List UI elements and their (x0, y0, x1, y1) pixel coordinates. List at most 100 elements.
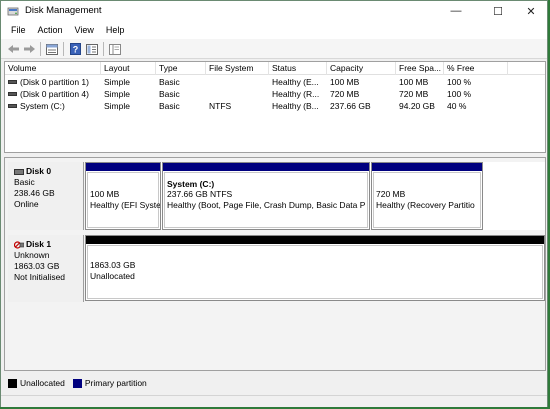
menu-help[interactable]: Help (100, 21, 131, 39)
volume-name: (Disk 0 partition 4) (20, 89, 89, 99)
free-space-cell: 100 MB (399, 77, 429, 87)
forward-arrow-icon[interactable] (22, 42, 36, 56)
maximize-button[interactable]: ☐ (480, 1, 516, 21)
capacity-cell: 100 MB (330, 77, 360, 87)
partition-system-c[interactable]: System (C:) 237.66 GB NTFS Healthy (Boot… (162, 162, 370, 230)
status-cell: Healthy (E... (272, 77, 319, 87)
disk-graphical-view: Disk 0 Basic 238.46 GB Online 100 MB Hea… (4, 157, 546, 371)
primary-partition-bar (372, 163, 482, 171)
layout-cell: Simple (104, 101, 130, 111)
type-cell: Basic (159, 77, 180, 87)
unallocated-bar (86, 236, 544, 244)
disk-status: Online (14, 199, 39, 209)
volume-icon (8, 91, 17, 96)
volume-icon (8, 79, 17, 84)
menu-view[interactable]: View (69, 21, 100, 39)
volume-icon (8, 103, 17, 108)
partition-status: Healthy (Recovery Partitio (376, 200, 475, 210)
table-row[interactable]: System (C:) Simple Basic NTFS Healthy (B… (5, 100, 545, 112)
table-row[interactable]: (Disk 0 partition 4) Simple Basic Health… (5, 88, 545, 100)
partition-status: Healthy (EFI Syste (90, 200, 161, 210)
file-system-cell: NTFS (209, 101, 232, 111)
close-button[interactable]: ✕ (513, 1, 549, 21)
partition-size: 237.66 GB NTFS (167, 189, 233, 199)
volume-cell: System (C:) (5, 100, 101, 112)
disk-icon (14, 168, 24, 175)
menu-action[interactable]: Action (32, 21, 69, 39)
disk-name: Disk 0 (26, 166, 52, 176)
layout-cell: Simple (104, 77, 130, 87)
svg-text:?: ? (72, 45, 78, 55)
console-tree-icon[interactable] (108, 42, 122, 56)
status-bar (1, 395, 547, 407)
legend: Unallocated Primary partition (4, 374, 546, 392)
unallocated-size: 1863.03 GB (90, 260, 136, 270)
partition-frame (87, 245, 543, 299)
volume-name: System (C:) (20, 101, 65, 111)
file-system-cell (206, 88, 269, 100)
volume-list-icon[interactable] (45, 42, 59, 56)
partition-size: 720 MB (376, 189, 406, 199)
unallocated-swatch (8, 378, 17, 388)
percent-free-cell: 40 % (447, 101, 467, 111)
disk-size: 238.46 GB (14, 188, 55, 198)
type-cell: Basic (159, 101, 180, 111)
legend-unallocated: Unallocated (20, 378, 65, 388)
table-row[interactable]: (Disk 0 partition 1) Simple Basic Health… (5, 76, 545, 88)
column-file-system[interactable]: File System (206, 62, 269, 75)
minimize-button[interactable]: — (438, 1, 474, 21)
layout-cell: Simple (104, 89, 130, 99)
unallocated-label: Unallocated (90, 271, 135, 281)
unallocated-space[interactable]: 1863.03 GB Unallocated (85, 235, 545, 301)
disk-type: Unknown (14, 250, 50, 260)
window-title: Disk Management (25, 5, 102, 16)
disk-1-label[interactable]: Disk 1 Unknown 1863.03 GB Not Initialise… (8, 235, 84, 302)
back-arrow-icon[interactable] (6, 42, 20, 56)
percent-free-cell: 100 % (447, 89, 472, 99)
column-type[interactable]: Type (156, 62, 206, 75)
primary-partition-bar (86, 163, 160, 171)
status-cell: Healthy (B... (272, 101, 319, 111)
partition-status: Healthy (Boot, Page File, Crash Dump, Ba… (167, 200, 366, 210)
volume-list-header: Volume Layout Type File System Status Ca… (5, 62, 545, 75)
percent-free-cell: 100 % (447, 77, 472, 87)
volume-list: Volume Layout Type File System Status Ca… (4, 61, 546, 153)
primary-partition-swatch (72, 378, 82, 388)
legend-primary-partition: Primary partition (84, 378, 147, 388)
column-free-space[interactable]: Free Spa... (396, 62, 444, 75)
menu-bar: File Action View Help (1, 21, 547, 39)
disk-1-partitions: 1863.03 GB Unallocated (85, 235, 545, 301)
type-cell: Basic (159, 89, 180, 99)
disk-status: Not Initialised (14, 272, 66, 282)
disk-0-title: Disk 0 (14, 166, 77, 177)
volume-cell: (Disk 0 partition 1) (5, 76, 101, 88)
disk-1-title: Disk 1 (14, 239, 77, 250)
volume-cell: (Disk 0 partition 4) (5, 88, 101, 100)
disk-0-partitions: 100 MB Healthy (EFI Syste System (C:) 23… (85, 162, 545, 230)
free-space-cell: 94.20 GB (399, 101, 435, 111)
menu-file[interactable]: File (5, 21, 32, 39)
disk-management-window: Disk Management — ☐ ✕ File Action View H… (0, 0, 548, 407)
status-cell: Healthy (R... (272, 89, 320, 99)
column-layout[interactable]: Layout (101, 62, 156, 75)
properties-icon[interactable] (85, 42, 99, 56)
column-volume[interactable]: Volume (5, 62, 101, 75)
toolbar-separator (40, 42, 41, 56)
file-system-cell (206, 76, 269, 88)
toolbar: ? (1, 39, 547, 59)
toolbar-separator (103, 42, 104, 56)
column-status[interactable]: Status (269, 62, 327, 75)
partition-recovery[interactable]: 720 MB Healthy (Recovery Partitio (371, 162, 483, 230)
primary-partition-bar (163, 163, 369, 171)
column-percent-free[interactable]: % Free (444, 62, 508, 75)
disk-unknown-icon (14, 240, 24, 249)
column-capacity[interactable]: Capacity (327, 62, 396, 75)
free-space-cell: 720 MB (399, 89, 429, 99)
toolbar-separator (63, 42, 64, 56)
disk-0-label[interactable]: Disk 0 Basic 238.46 GB Online (8, 162, 84, 230)
disk-management-icon (7, 7, 19, 16)
partition-efi[interactable]: 100 MB Healthy (EFI Syste (85, 162, 161, 230)
disk-type: Basic (14, 177, 35, 187)
disk-size: 1863.03 GB (14, 261, 60, 271)
help-icon[interactable]: ? (68, 42, 82, 56)
